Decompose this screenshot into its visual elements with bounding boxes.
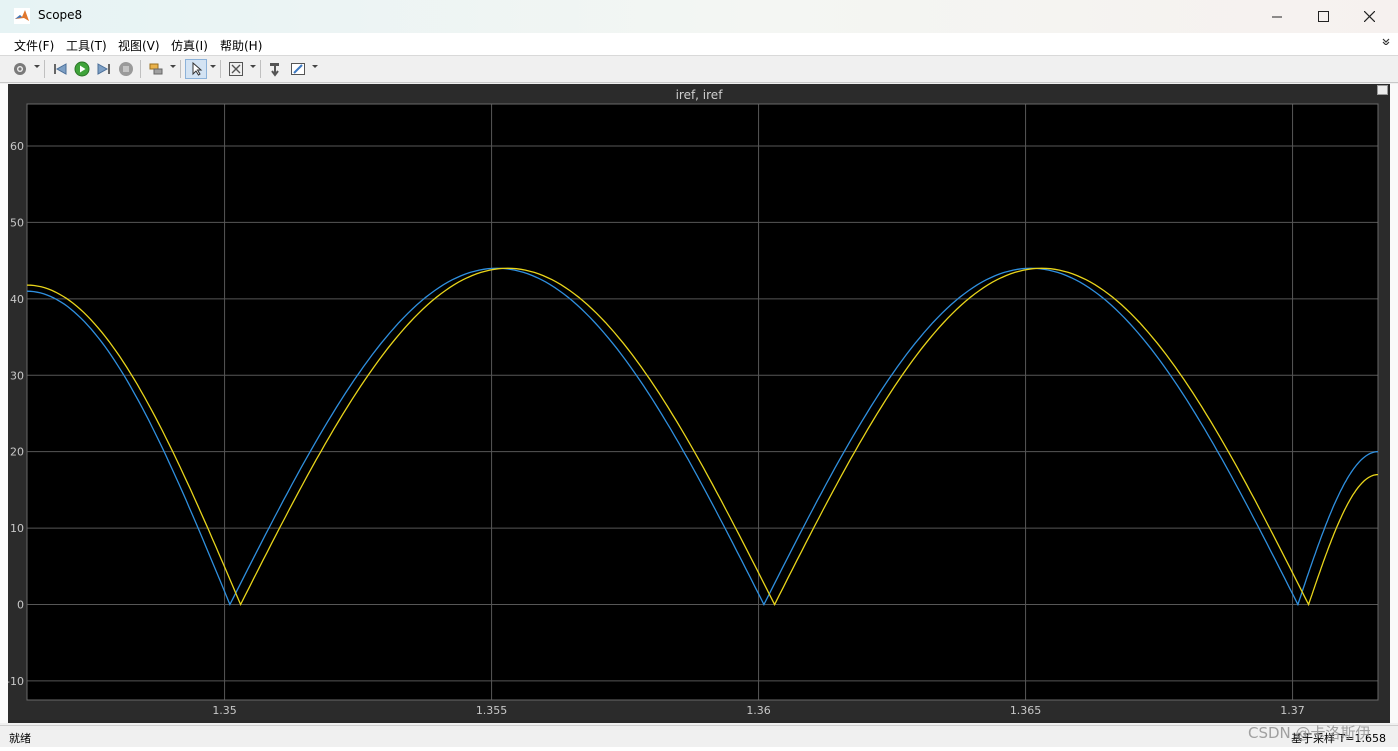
- autoscale-icon[interactable]: [265, 59, 285, 79]
- y-tick-label: 50: [10, 216, 24, 229]
- toolbar-separator: [260, 60, 261, 78]
- y-tick-label: 20: [10, 446, 24, 459]
- chevron-down-icon[interactable]: [250, 65, 256, 68]
- scope-display[interactable]: iref, iref 1.351.3551.361.3651.37-100102…: [8, 84, 1390, 723]
- menu-overflow-icon[interactable]: [1382, 37, 1390, 48]
- minimize-button[interactable]: [1254, 0, 1300, 33]
- plot-canvas[interactable]: 1.35 1.355 1.36 1.365 1.37 -10 0 10 20 30 40 50 60: [8, 84, 1390, 723]
- step-forward-icon[interactable]: [94, 59, 114, 79]
- plot-area[interactable]: [27, 104, 1378, 700]
- chevron-down-icon[interactable]: [34, 65, 40, 68]
- status-text: 就绪: [9, 732, 31, 745]
- menu-bar: 文件(F) 工具(T) 视图(V) 仿真(I) 帮助(H): [0, 33, 1398, 56]
- x-tick-label: 1.365: [1010, 704, 1042, 717]
- menu-file[interactable]: 文件(F): [14, 37, 54, 54]
- window-title: Scope8: [38, 8, 83, 22]
- chevron-down-icon[interactable]: [210, 65, 216, 68]
- window-titlebar: Scope8: [0, 0, 1398, 34]
- y-tick-label: 30: [10, 369, 24, 382]
- menu-help[interactable]: 帮助(H): [220, 37, 262, 54]
- menu-simulation[interactable]: 仿真(I): [171, 37, 208, 54]
- watermark: CSDN @卡洛斯伊: [1248, 724, 1371, 742]
- toolbar-separator: [140, 60, 141, 78]
- close-button[interactable]: [1346, 0, 1392, 33]
- y-tick-label: 10: [10, 522, 24, 535]
- y-tick-label: 60: [10, 140, 24, 153]
- style-icon[interactable]: [288, 59, 308, 79]
- x-tick-label: 1.35: [212, 704, 237, 717]
- chevron-down-icon[interactable]: [170, 65, 176, 68]
- x-tick-label: 1.36: [746, 704, 771, 717]
- menu-tools[interactable]: 工具(T): [66, 37, 107, 54]
- background-right-edge: [1390, 84, 1398, 723]
- matlab-logo-icon: [14, 8, 30, 24]
- background-left-edge: [0, 84, 8, 723]
- chevron-down-icon[interactable]: [312, 65, 318, 68]
- toolbar: [0, 56, 1398, 83]
- stop-icon[interactable]: [116, 59, 136, 79]
- toolbar-separator: [220, 60, 221, 78]
- y-tick-label: -10: [8, 675, 24, 688]
- highlight-icon[interactable]: [146, 59, 166, 79]
- gear-icon[interactable]: [10, 59, 30, 79]
- toolbar-separator: [180, 60, 181, 78]
- status-bar: 就绪 基于采样 T=1.658: [0, 725, 1398, 748]
- cursor-icon[interactable]: [185, 59, 207, 79]
- zoom-icon[interactable]: [226, 59, 246, 79]
- run-icon[interactable]: [72, 59, 92, 79]
- step-back-icon[interactable]: [50, 59, 70, 79]
- x-tick-label: 1.355: [476, 704, 508, 717]
- y-tick-label: 40: [10, 293, 24, 306]
- toolbar-separator: [44, 60, 45, 78]
- maximize-button[interactable]: [1300, 0, 1346, 33]
- background-strip: [0, 747, 1398, 751]
- menu-view[interactable]: 视图(V): [118, 37, 160, 54]
- y-tick-label: 0: [17, 598, 24, 611]
- x-tick-label: 1.37: [1280, 704, 1305, 717]
